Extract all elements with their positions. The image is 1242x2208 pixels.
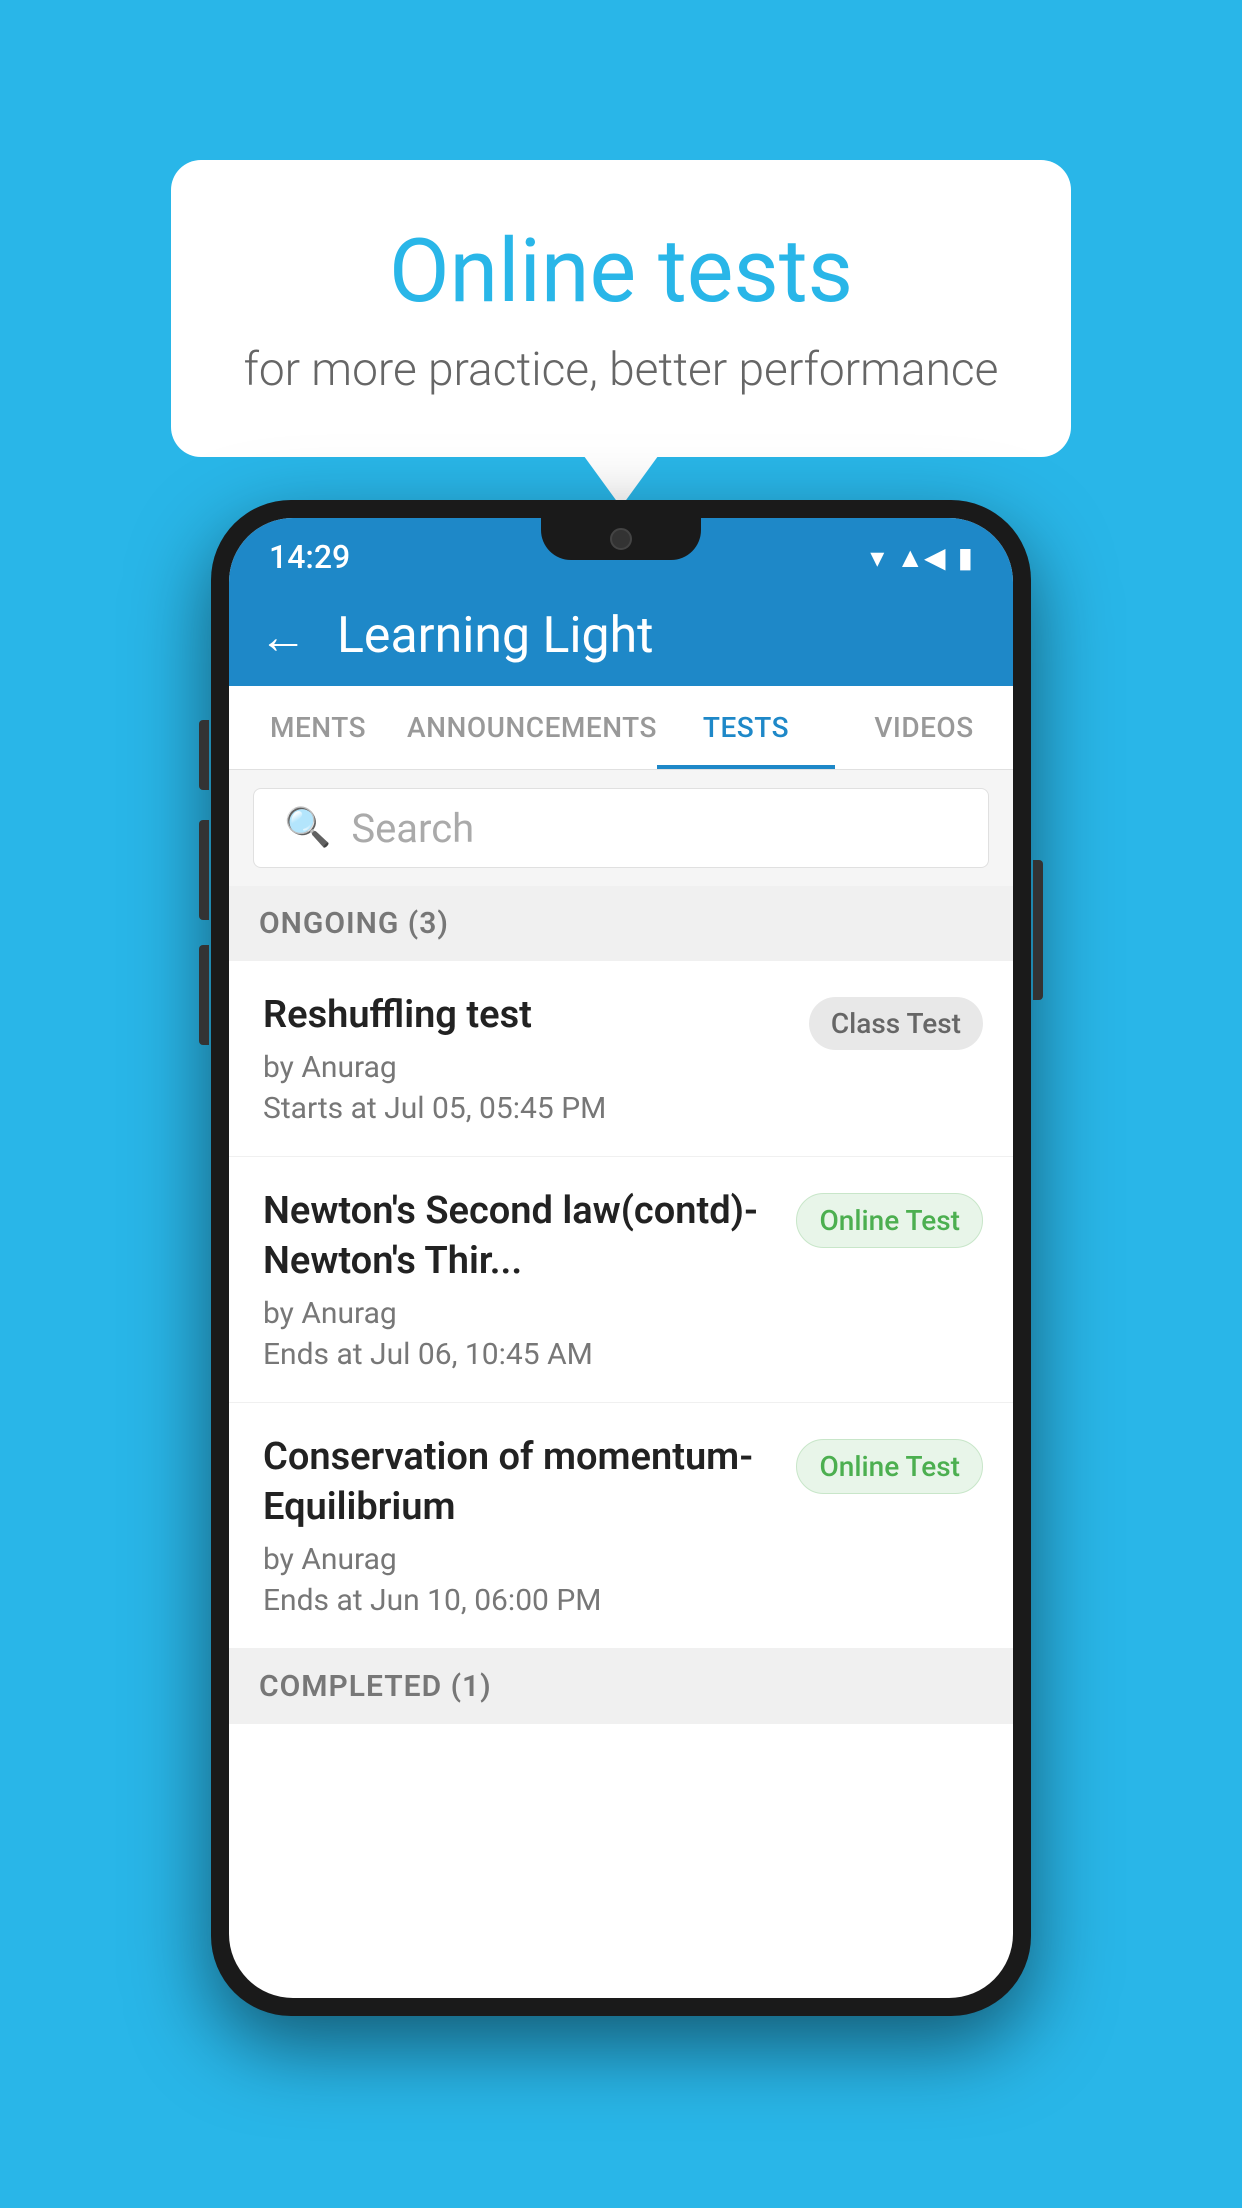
side-button-silent xyxy=(199,945,209,1045)
app-title: Learning Light xyxy=(337,607,654,665)
promo-title: Online tests xyxy=(241,220,1001,323)
search-icon: 🔍 xyxy=(284,806,331,850)
test-item-newtons[interactable]: Newton's Second law(contd)-Newton's Thir… xyxy=(229,1157,1013,1403)
test-time-conservation: Ends at Jun 10, 06:00 PM xyxy=(263,1583,776,1618)
search-placeholder: Search xyxy=(351,805,474,852)
status-icons: ▾ ▲◀ ▮ xyxy=(870,541,973,574)
signal-icon: ▲◀ xyxy=(896,541,945,574)
tab-assignments[interactable]: MENTS xyxy=(229,686,407,769)
search-container: 🔍 Search xyxy=(229,770,1013,886)
section-ongoing-header: ONGOING (3) xyxy=(229,886,1013,961)
phone-notch xyxy=(541,518,701,560)
test-name-reshuffling: Reshuffling test xyxy=(263,991,789,1040)
phone-screen: 14:29 ▾ ▲◀ ▮ ← Learning Light MENTS ANNO… xyxy=(229,518,1013,1998)
test-name-newtons: Newton's Second law(contd)-Newton's Thir… xyxy=(263,1187,776,1286)
test-author-newtons: by Anurag xyxy=(263,1296,776,1331)
test-badge-reshuffling: Class Test xyxy=(809,997,983,1050)
phone-frame: 14:29 ▾ ▲◀ ▮ ← Learning Light MENTS ANNO… xyxy=(211,500,1031,2016)
tab-videos[interactable]: VIDEOS xyxy=(835,686,1013,769)
promo-subtitle: for more practice, better performance xyxy=(241,343,1001,397)
battery-icon: ▮ xyxy=(958,541,973,574)
test-item-conservation[interactable]: Conservation of momentum-Equilibrium by … xyxy=(229,1403,1013,1649)
test-author-reshuffling: by Anurag xyxy=(263,1050,789,1085)
section-completed-header: COMPLETED (1) xyxy=(229,1649,1013,1724)
side-button-volume-down xyxy=(199,820,209,920)
search-input[interactable]: 🔍 Search xyxy=(253,788,989,868)
tabs-bar: MENTS ANNOUNCEMENTS TESTS VIDEOS xyxy=(229,686,1013,770)
test-time-reshuffling: Starts at Jul 05, 05:45 PM xyxy=(263,1091,789,1126)
tab-announcements[interactable]: ANNOUNCEMENTS xyxy=(407,686,657,769)
test-name-conservation: Conservation of momentum-Equilibrium xyxy=(263,1433,776,1532)
side-button-power xyxy=(1033,860,1043,1000)
status-time: 14:29 xyxy=(269,538,350,576)
side-button-volume-up xyxy=(199,720,209,790)
front-camera xyxy=(610,528,632,550)
test-author-conservation: by Anurag xyxy=(263,1542,776,1577)
test-info-newtons: Newton's Second law(contd)-Newton's Thir… xyxy=(263,1187,796,1372)
tab-tests[interactable]: TESTS xyxy=(657,686,835,769)
wifi-icon: ▾ xyxy=(870,541,884,574)
test-info-reshuffling: Reshuffling test by Anurag Starts at Jul… xyxy=(263,991,809,1126)
phone-mockup: 14:29 ▾ ▲◀ ▮ ← Learning Light MENTS ANNO… xyxy=(211,500,1031,2016)
test-item-reshuffling[interactable]: Reshuffling test by Anurag Starts at Jul… xyxy=(229,961,1013,1157)
test-badge-newtons: Online Test xyxy=(796,1193,983,1248)
test-time-newtons: Ends at Jul 06, 10:45 AM xyxy=(263,1337,776,1372)
back-button[interactable]: ← xyxy=(259,608,307,665)
test-badge-conservation: Online Test xyxy=(796,1439,983,1494)
test-info-conservation: Conservation of momentum-Equilibrium by … xyxy=(263,1433,796,1618)
app-header: ← Learning Light xyxy=(229,586,1013,686)
promo-card: Online tests for more practice, better p… xyxy=(171,160,1071,457)
